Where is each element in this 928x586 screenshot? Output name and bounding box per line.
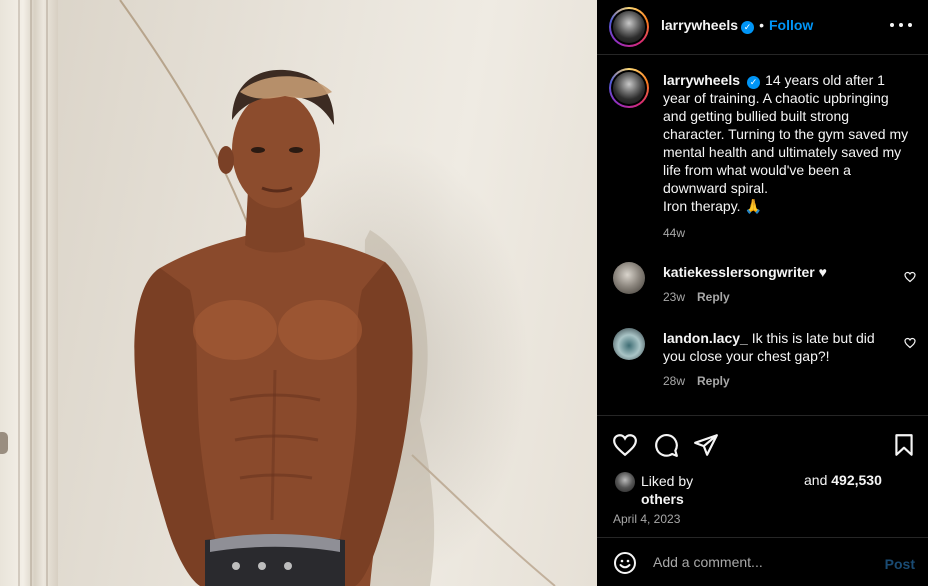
post-caption: larrywheels ✓ 14 years old after 1 year of… bbox=[663, 71, 913, 242]
post-side-panel: larrywheels ✓ • Follow larrywheels ✓ 14 years… bbox=[597, 0, 928, 586]
caption-text: 14 years old after 1 year of training. A… bbox=[663, 72, 909, 196]
comment-item: landon.lacy_ Ik this is late but did you… bbox=[663, 329, 898, 390]
author-username[interactable]: larrywheels bbox=[661, 17, 738, 33]
photo-subject bbox=[119, 0, 556, 586]
likes-summary: Liked by others bbox=[641, 472, 721, 508]
reply-button[interactable]: Reply bbox=[697, 290, 730, 304]
commenter-avatar[interactable] bbox=[613, 262, 645, 294]
more-options-icon[interactable] bbox=[890, 14, 912, 34]
comment-age[interactable]: 23w bbox=[663, 290, 685, 304]
comment-icon[interactable] bbox=[653, 432, 679, 458]
others-link[interactable]: others bbox=[641, 491, 684, 507]
caption-age[interactable]: 44w bbox=[663, 226, 685, 240]
post-photo[interactable] bbox=[0, 0, 597, 586]
commenter-avatar[interactable] bbox=[613, 328, 645, 360]
post-header: larrywheels ✓ • Follow bbox=[597, 0, 928, 55]
author-avatar[interactable] bbox=[609, 7, 649, 47]
comment-input[interactable] bbox=[653, 552, 873, 572]
action-bar: Liked by others and 492,530 April 4, 202… bbox=[597, 415, 928, 537]
comment-age[interactable]: 28w bbox=[663, 374, 685, 388]
comment-username[interactable]: landon.lacy_ bbox=[663, 330, 748, 346]
comment-like-icon[interactable] bbox=[904, 271, 916, 283]
likes-count-line: and 492,530 bbox=[804, 472, 882, 488]
post-date[interactable]: April 4, 2023 bbox=[613, 512, 680, 526]
reply-button[interactable]: Reply bbox=[697, 374, 730, 388]
comment-composer: Post bbox=[597, 537, 928, 586]
verified-badge-icon: ✓ bbox=[747, 76, 761, 89]
likes-count[interactable]: 492,530 bbox=[831, 472, 882, 488]
profile-photo bbox=[613, 11, 645, 43]
caption-tail: Iron therapy. 🙏 bbox=[663, 198, 762, 214]
verified-badge-icon: ✓ bbox=[741, 21, 755, 34]
likes-and-label: and bbox=[804, 472, 828, 488]
heart-icon[interactable] bbox=[612, 432, 638, 458]
emoji-icon[interactable] bbox=[613, 551, 637, 575]
liked-by-label: Liked by bbox=[641, 473, 694, 489]
post-comment-button[interactable]: Post bbox=[885, 556, 915, 572]
follow-button[interactable]: Follow bbox=[769, 17, 813, 33]
liker-avatar[interactable] bbox=[615, 472, 635, 492]
comment-text: ♥ bbox=[818, 264, 827, 280]
bookmark-icon[interactable] bbox=[891, 432, 917, 458]
caption-author-avatar[interactable] bbox=[609, 68, 649, 108]
comment-like-icon[interactable] bbox=[904, 337, 916, 349]
separator-dot: • bbox=[759, 17, 764, 33]
comment-item: katiekesslersongwriter ♥ 23w Reply bbox=[663, 263, 898, 306]
caption-username[interactable]: larrywheels bbox=[663, 72, 740, 88]
comment-username[interactable]: katiekesslersongwriter bbox=[663, 264, 815, 280]
share-icon[interactable] bbox=[693, 432, 719, 458]
profile-photo bbox=[613, 72, 645, 104]
